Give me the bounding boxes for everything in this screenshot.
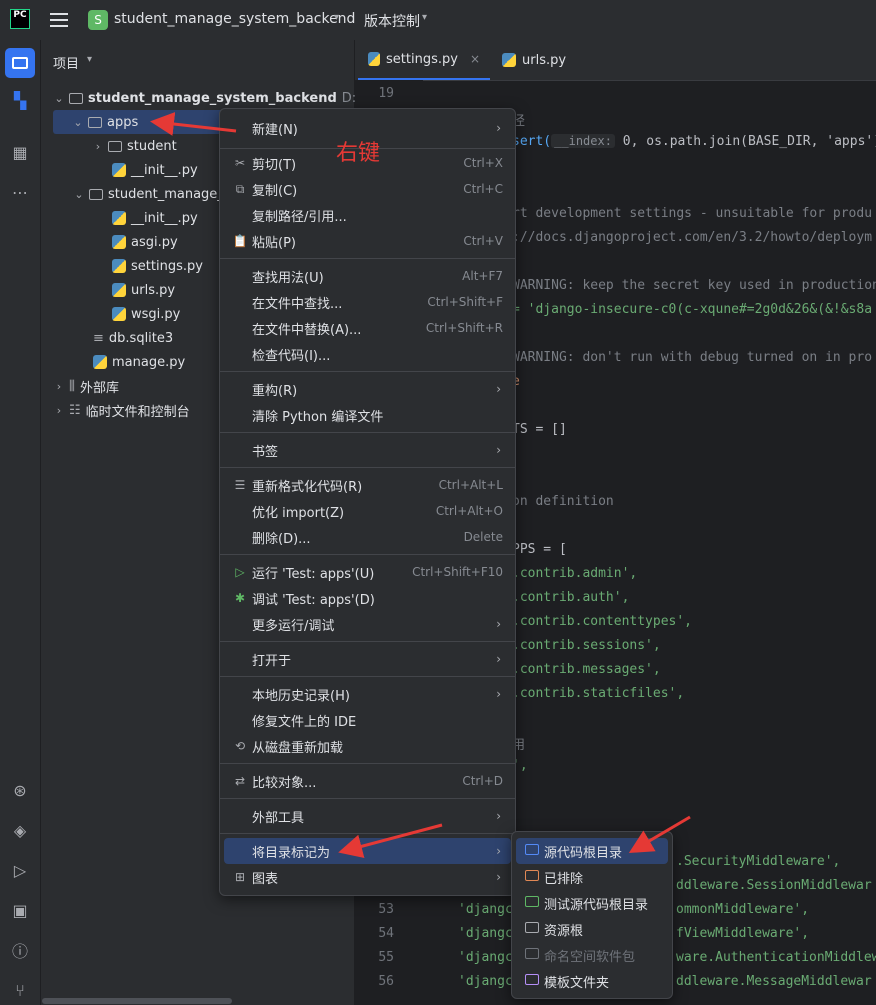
arrow-to-sources-root	[628, 815, 691, 854]
arrow-to-apps	[150, 112, 237, 136]
arrow-to-mark-directory	[338, 823, 443, 858]
annotation-arrows	[150, 112, 691, 858]
